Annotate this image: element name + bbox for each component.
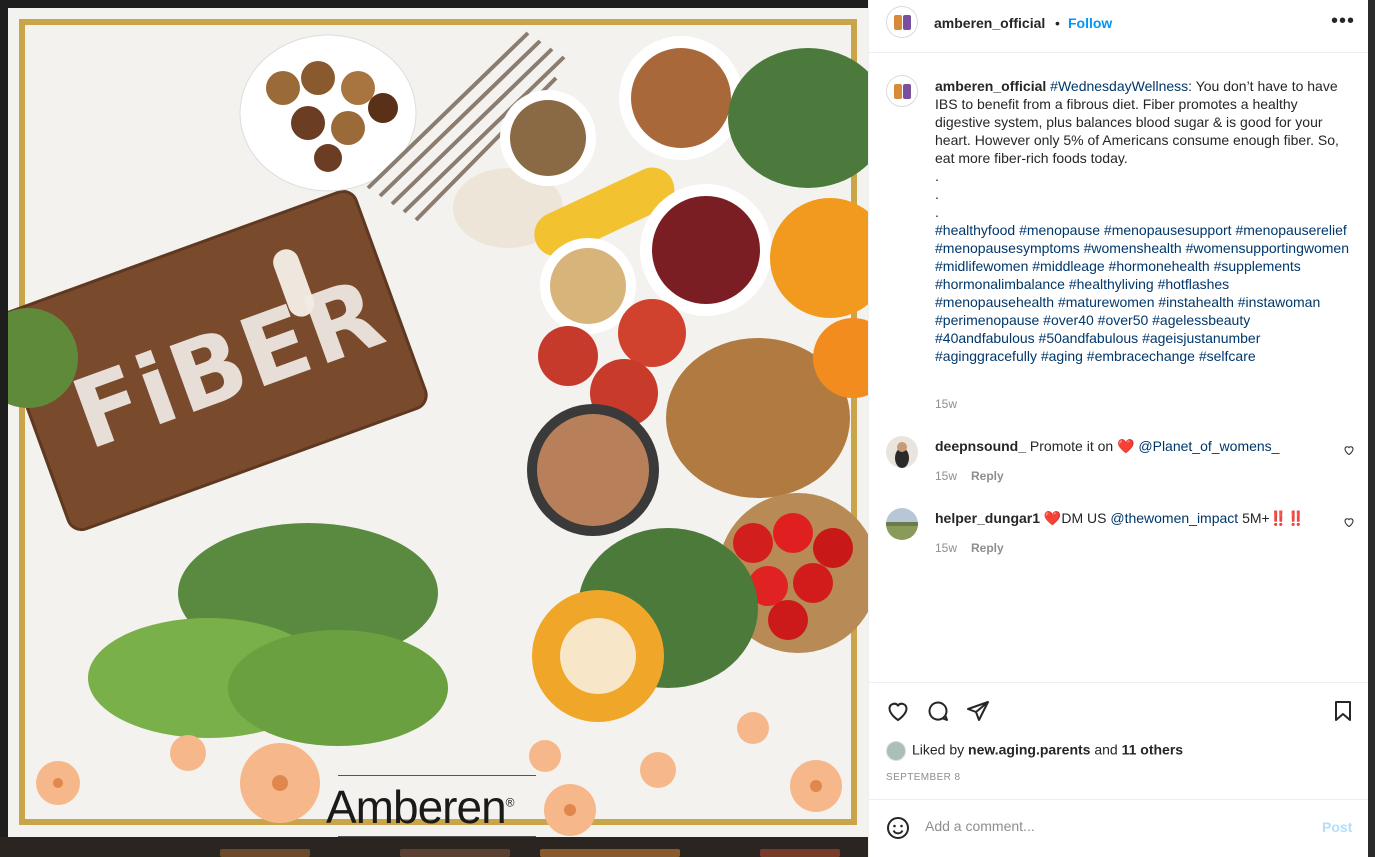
comment-like-heart-icon[interactable] [1343,516,1355,528]
caption-timestamp[interactable]: 15w [935,397,957,411]
comment-input[interactable] [925,818,1295,834]
post-details-panel: amberen_official • Follow ••• amberen_of… [868,0,1369,857]
caption-dot: . [935,168,939,184]
liker-avatar[interactable] [886,741,906,761]
likes-others-link[interactable]: 11 others [1122,742,1183,758]
comment-mention[interactable]: @thewomen_impact [1110,510,1238,526]
comment-icon[interactable] [926,699,950,723]
commenter-avatar[interactable] [886,436,918,468]
comment-username[interactable]: deepnsound_ [935,438,1026,454]
comment-meta: 15w Reply [935,541,1004,555]
post-header: amberen_official • Follow ••• [869,0,1369,53]
more-horizontal-icon[interactable]: ••• [1331,10,1355,33]
comment-item: deepnsound_ Promote it on ❤️ @Planet_of_… [869,436,1369,496]
caption-hashtag-lead[interactable]: #WednesdayWellness [1050,78,1188,94]
brand-rule-bottom [338,836,536,837]
comment-text: helper_dungar1 ❤️DM US @thewomen_impact … [935,510,1305,526]
commenter-avatar[interactable] [886,508,918,540]
comment-meta: 15w Reply [935,469,1004,483]
caption-dot: . [935,186,939,202]
heart-emoji: ❤️ [1043,510,1062,526]
caption-avatar[interactable] [886,75,918,107]
comment-time[interactable]: 15w [935,541,957,555]
post-button[interactable]: Post [1322,819,1352,835]
author-username[interactable]: amberen_official [934,15,1045,31]
comment-mention[interactable]: @Planet_of_womens_ [1138,438,1279,454]
heart-icon[interactable] [886,699,910,723]
caption-dot: . [935,204,939,220]
post-actions: Liked by new.aging.parents and 11 others… [869,682,1369,800]
send-icon[interactable] [966,699,990,723]
follow-button[interactable]: Follow [1068,15,1112,31]
bookmark-icon[interactable] [1331,699,1355,723]
likes-summary: Liked by new.aging.parents and 11 others [886,741,1183,761]
reply-button[interactable]: Reply [971,541,1004,555]
comment-text: deepnsound_ Promote it on ❤️ @Planet_of_… [935,438,1280,454]
header-separator: • [1055,15,1060,31]
comment-username[interactable]: helper_dungar1 [935,510,1040,526]
comment-item: helper_dungar1 ❤️DM US @thewomen_impact … [869,508,1369,568]
comment-time[interactable]: 15w [935,469,957,483]
post-date[interactable]: SEPTEMBER 8 [886,772,960,783]
reply-button[interactable]: Reply [971,469,1004,483]
caption: amberen_official #WednesdayWellness: You… [935,77,1351,365]
exclamation-emoji: ‼️‼️ [1269,510,1305,526]
author-avatar[interactable] [886,6,918,38]
comment-like-heart-icon[interactable] [1343,444,1355,456]
liker-username[interactable]: new.aging.parents [968,742,1090,758]
add-comment-bar: Post [869,799,1369,857]
heart-emoji: ❤️ [1117,438,1135,454]
post-image[interactable]: FiBER Amberen® [8,8,868,837]
page-scrollbar[interactable] [1368,0,1375,857]
brand-logo: Amberen® [326,781,514,833]
brand-rule-top [338,775,536,776]
caption-username[interactable]: amberen_official [935,78,1046,94]
emoji-icon[interactable] [886,816,910,840]
caption-hashtags[interactable]: #healthyfood #menopause #menopausesuppor… [935,222,1349,364]
